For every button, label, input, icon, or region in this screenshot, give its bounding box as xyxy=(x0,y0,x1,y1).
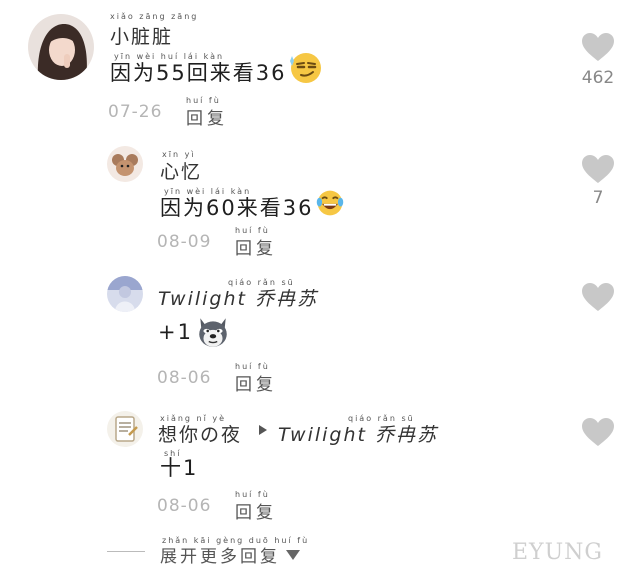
like-count: 7 xyxy=(592,188,604,208)
watermark-logo: EYUNG xyxy=(512,540,603,565)
comment-text: 因为55回来看36 xyxy=(110,50,322,86)
like-heart-icon[interactable] xyxy=(581,154,615,184)
like-heart-icon[interactable] xyxy=(581,417,615,447)
reply-button[interactable]: 回复 xyxy=(186,104,228,129)
comment-text: 因为60来看36 xyxy=(160,185,345,221)
reply-arrow-icon xyxy=(259,425,267,435)
smirk-face-emoji xyxy=(290,53,322,83)
reply-target-pinyin: qiáo rǎn sū xyxy=(348,414,415,423)
avatar[interactable] xyxy=(107,411,143,447)
expand-more-replies-label: 展开更多回复 xyxy=(160,547,280,567)
comment-text-content: +1 xyxy=(158,320,193,344)
chevron-down-icon xyxy=(286,549,300,560)
comment-text-content: 因为55回来看36 xyxy=(110,61,287,85)
avatar[interactable] xyxy=(107,276,143,312)
avatar[interactable] xyxy=(28,14,94,80)
comment-date: 08-06 xyxy=(157,368,212,388)
author-name[interactable]: Twilight 乔冉苏 xyxy=(158,284,318,311)
reply-button[interactable]: 回复 xyxy=(235,234,277,259)
like-heart-icon[interactable] xyxy=(581,32,615,62)
author-pinyin: qiáo rǎn sū xyxy=(228,278,295,287)
like-heart-icon[interactable] xyxy=(581,282,615,312)
laughing-tears-emoji xyxy=(317,190,344,216)
reply-target-name[interactable]: Twilight 乔冉苏 xyxy=(278,420,438,447)
reply-button[interactable]: 回复 xyxy=(235,498,277,523)
author-pinyin: xiǎo zāng zāng xyxy=(110,12,199,21)
comment-text-content: 因为60来看36 xyxy=(160,196,314,220)
comment-date: 07-26 xyxy=(108,102,163,122)
comment-date: 08-06 xyxy=(157,496,212,516)
comment-text: 十1 xyxy=(160,452,198,482)
author-name-latin: Twilight 乔冉苏 xyxy=(158,288,319,310)
author-name[interactable]: 想你の夜 xyxy=(158,420,242,447)
divider xyxy=(107,551,145,552)
husky-dog-emoji xyxy=(199,318,227,347)
comment-text: +1 xyxy=(158,314,231,350)
author-name[interactable]: 小脏脏 xyxy=(110,22,173,49)
avatar[interactable] xyxy=(107,146,143,182)
author-name[interactable]: 心忆 xyxy=(160,157,202,184)
expand-more-replies-button[interactable]: 展开更多回复 xyxy=(160,542,300,567)
comment-text-content: 十1 xyxy=(160,456,199,480)
reply-button[interactable]: 回复 xyxy=(235,370,277,395)
like-count: 462 xyxy=(581,68,615,88)
comment-date: 08-09 xyxy=(157,232,212,252)
